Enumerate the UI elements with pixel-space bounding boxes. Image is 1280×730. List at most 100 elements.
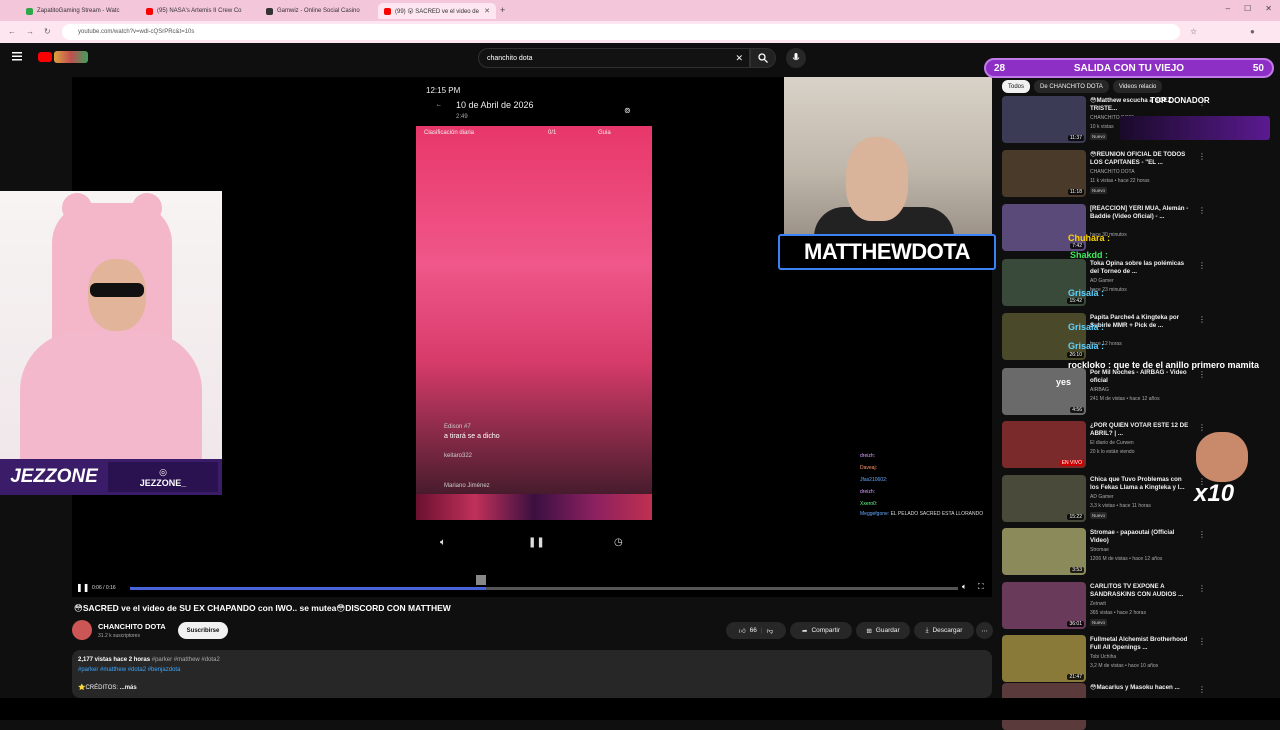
video-thumbnail[interactable]: 4:56 xyxy=(1002,368,1086,415)
browser-tab[interactable]: (95) NASA's Artemis II Crew Co xyxy=(140,3,260,19)
new-badge: Nuevo xyxy=(1090,619,1108,626)
video-thumbnail[interactable]: 11:37 xyxy=(1002,96,1086,143)
chip-related[interactable]: Videos relacio xyxy=(1112,80,1163,93)
search-button[interactable] xyxy=(750,48,776,68)
recommendation-item[interactable]: 15:42 Toka Opina sobre las polémicas del … xyxy=(1002,259,1272,311)
recommendation-item[interactable]: 36:01 CARLITOS TV EXPONE A SANDRASKINS CO… xyxy=(1002,582,1272,634)
recommendation-item[interactable]: 21:47 Fullmetal Alchemist Brotherhood Ful… xyxy=(1002,635,1272,687)
maximize-icon[interactable]: ☐ xyxy=(1244,4,1251,13)
recommendation-channel[interactable]: AD Gamer xyxy=(1090,278,1114,284)
recommendation-title[interactable]: Fullmetal Alchemist Brotherhood Full All… xyxy=(1090,636,1190,652)
video-thumbnail[interactable]: 21:47 xyxy=(1002,635,1086,682)
browser-tab[interactable]: ZapatitoGaming Stream - Watc xyxy=(20,3,140,19)
chip-channel[interactable]: De CHANCHITO DOTA xyxy=(1034,80,1109,93)
forward-icon[interactable]: → xyxy=(26,27,34,36)
recommendation-channel[interactable]: AD Gamer xyxy=(1090,494,1114,500)
stream-chat-line: yes xyxy=(1056,377,1072,387)
video-thumbnail[interactable]: 11:18 xyxy=(1002,150,1086,197)
pause-icon[interactable]: ❚❚ xyxy=(76,583,89,592)
video-tags[interactable]: #parker #matthew #dota2 xyxy=(152,657,220,663)
url-bar[interactable]: youtube.com/watch?v=wdl-cQSrPRc&t=10s xyxy=(62,24,1180,40)
voice-search-button[interactable] xyxy=(786,48,806,68)
bookmark-star-icon[interactable]: ☆ xyxy=(1190,27,1197,36)
more-options-icon[interactable]: ⋮ xyxy=(1198,637,1206,646)
video-progress-bar[interactable] xyxy=(130,587,958,590)
more-options-icon[interactable]: ⋮ xyxy=(1198,685,1206,694)
video-thumbnail[interactable]: 7:42 xyxy=(1002,204,1086,251)
recommendation-item[interactable]: 😳Macarius y Masoku hacen ... ⋮ xyxy=(1002,683,1272,730)
recommendation-item[interactable]: 3:53 Stromae - papaoutai (Official Video)… xyxy=(1002,528,1272,580)
menu-icon[interactable] xyxy=(12,52,22,61)
recommendation-title[interactable]: Papita Parche4 a Kingteka por Subirle MM… xyxy=(1090,314,1190,330)
more-options-icon[interactable]: ⋮ xyxy=(1198,423,1206,432)
tab-close-icon[interactable]: ✕ xyxy=(484,7,490,15)
video-thumbnail[interactable]: EN VIVO xyxy=(1002,421,1086,468)
more-options-icon[interactable]: ⋮ xyxy=(1198,584,1206,593)
player-volume-icon[interactable]: 🔈︎ xyxy=(962,582,967,592)
youtube-logo-icon[interactable] xyxy=(38,52,52,62)
video-thumbnail[interactable]: 15:22 xyxy=(1002,475,1086,522)
fullscreen-icon[interactable]: ⛶ xyxy=(978,582,984,592)
chat-user: dreizh: xyxy=(860,453,876,459)
video-duration: EN VIVO xyxy=(1059,460,1084,466)
more-options-icon[interactable]: ⋮ xyxy=(1198,315,1206,324)
more-options-icon[interactable]: ⋮ xyxy=(1198,152,1206,161)
more-options-icon[interactable]: ⋮ xyxy=(1198,206,1206,215)
recommendation-title[interactable]: Toka Opina sobre las polémicas del Torne… xyxy=(1090,260,1190,276)
recommendation-title[interactable]: CARLITOS TV EXPONE A SANDRASKINS CON AUD… xyxy=(1090,583,1190,599)
recommendation-item[interactable]: 11:18 😳REUNIÓN OFICIAL DE TODOS LOS CAPIT… xyxy=(1002,150,1272,202)
channel-name[interactable]: CHANCHITO DOTA xyxy=(98,622,166,631)
recommendation-item[interactable]: 4:56 Por Mil Noches - AIRBAG - Video ofic… xyxy=(1002,368,1272,420)
search-input[interactable]: chanchito dota ✕ xyxy=(478,48,750,68)
show-more-link[interactable]: ...más xyxy=(120,685,137,691)
new-tab-icon[interactable]: + xyxy=(500,5,505,15)
recommendation-channel[interactable]: Stromae xyxy=(1090,547,1109,553)
recommendation-channel[interactable]: CHANCHITO DOTA xyxy=(1090,169,1135,175)
dislike-icon[interactable]: 👎︎ xyxy=(767,627,774,635)
share-button[interactable]: ➦ Compartir xyxy=(790,622,852,639)
more-options-icon[interactable]: ⋮ xyxy=(1198,370,1206,379)
video-description[interactable]: 2,177 vistas hace 2 horas #parker #matth… xyxy=(72,650,992,698)
clear-search-icon[interactable]: ✕ xyxy=(735,53,743,64)
save-button[interactable]: ⊞ Guardar xyxy=(856,622,910,639)
chip-all[interactable]: Todos xyxy=(1002,80,1031,93)
subscriber-count: 31.2 k suscriptores xyxy=(98,633,140,639)
more-options-icon[interactable]: ⋮ xyxy=(1198,530,1206,539)
goal-text: SALIDA CON TU VIEJO xyxy=(1073,62,1185,74)
recommendation-channel[interactable]: Tobi Uchiha xyxy=(1090,654,1116,660)
video-thumbnail[interactable]: 36:01 xyxy=(1002,582,1086,629)
recommendation-channel[interactable]: El diario de Curwen xyxy=(1090,440,1134,446)
subscribe-button[interactable]: Suscribirse xyxy=(178,622,228,639)
browser-tab-active[interactable]: (99) 😮 SACRED ve el video de ✕ xyxy=(378,3,496,19)
like-icon[interactable]: 👍︎ xyxy=(739,627,746,635)
recommendation-channel[interactable]: Zeinwit xyxy=(1090,601,1106,607)
video-thumbnail[interactable]: 26:10 xyxy=(1002,313,1086,360)
recommendation-title[interactable]: Por Mil Noches - AIRBAG - Video oficial xyxy=(1090,369,1190,385)
recommendation-title[interactable]: 😳REUNIÓN OFICIAL DE TODOS LOS CAPITANES … xyxy=(1090,151,1190,167)
streamer-sunglasses xyxy=(90,283,144,297)
channel-avatar[interactable] xyxy=(72,620,92,640)
hashtag-links[interactable]: #parker #matthew #dota2 #benjazdota xyxy=(78,665,986,675)
minimize-icon[interactable]: – xyxy=(1226,4,1230,13)
share-icon: ➦ xyxy=(802,627,808,635)
back-icon[interactable]: ← xyxy=(8,27,16,36)
reload-icon[interactable]: ↻ xyxy=(44,27,51,36)
recommendation-channel[interactable]: AIRBAG xyxy=(1090,387,1109,393)
recommendation-title[interactable]: ¿POR QUIÉN VOTAR ESTE 12 DE ABRIL? | ... xyxy=(1090,422,1190,438)
recommendation-title[interactable]: Stromae - papaoutai (Official Video) xyxy=(1090,529,1190,545)
phone-screen-video: Clasificación diaria 0/1 Guia Edison #7 … xyxy=(416,126,652,520)
video-thumbnail[interactable]: 15:42 xyxy=(1002,259,1086,306)
recommendation-title[interactable]: [REACCION] YERI MUA, Alemán - Baddie (Vi… xyxy=(1090,205,1190,221)
recommendation-title[interactable]: 😳Macarius y Masoku hacen ... xyxy=(1090,684,1190,692)
browser-tab[interactable]: Gamwiz - Online Social Casino xyxy=(260,3,380,19)
close-window-icon[interactable]: ✕ xyxy=(1265,4,1272,13)
recommendation-item[interactable]: 7:42 [REACCION] YERI MUA, Alemán - Baddie… xyxy=(1002,204,1272,256)
download-button[interactable]: ⤓ Descargar xyxy=(914,622,974,639)
recommendation-item[interactable]: 26:10 Papita Parche4 a Kingteka por Subir… xyxy=(1002,313,1272,365)
more-actions-icon[interactable]: ⋯ xyxy=(976,622,993,639)
volume-icon[interactable]: 🔈︎ xyxy=(440,537,446,548)
video-thumbnail[interactable]: 3:53 xyxy=(1002,528,1086,575)
more-options-icon[interactable]: ⋮ xyxy=(1198,261,1206,270)
profile-icon[interactable]: ● xyxy=(1250,27,1255,36)
recommendation-title[interactable]: Chica que Tuvo Problemas con los Fekas L… xyxy=(1090,476,1190,492)
